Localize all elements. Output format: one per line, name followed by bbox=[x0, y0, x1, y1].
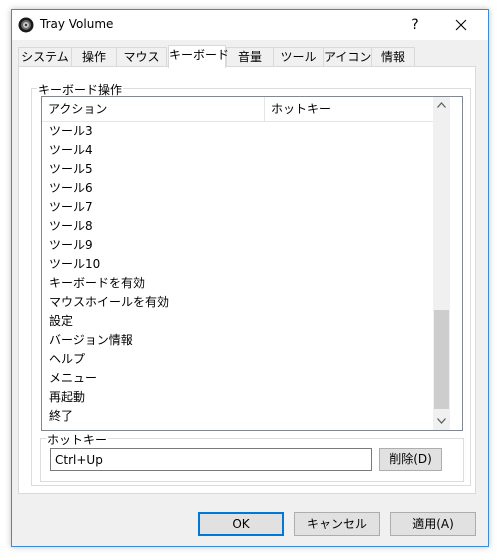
chevron-up-icon bbox=[437, 102, 446, 108]
list-item[interactable]: メニュー bbox=[42, 369, 434, 388]
tab-info[interactable]: 情報 bbox=[371, 47, 415, 66]
list-item[interactable]: ツール4 bbox=[42, 141, 434, 160]
tab-tools[interactable]: ツール bbox=[273, 47, 324, 66]
close-icon bbox=[455, 19, 467, 31]
tab-icon[interactable]: アイコン bbox=[323, 47, 372, 66]
speaker-app-icon bbox=[18, 17, 34, 33]
tab-keyboard[interactable]: キーボード bbox=[168, 45, 229, 68]
help-button[interactable]: ? bbox=[392, 10, 438, 40]
list-item[interactable]: ツール10 bbox=[42, 255, 434, 274]
scroll-down-button[interactable] bbox=[433, 413, 450, 430]
action-list[interactable]: アクション ホットキー ツール3 ツール4 ツール5 ツール6 ツール7 ツール… bbox=[41, 96, 463, 431]
tab-system[interactable]: システム bbox=[18, 47, 72, 66]
column-header-action[interactable]: アクション bbox=[42, 97, 265, 121]
list-item[interactable]: 終了 bbox=[42, 407, 434, 426]
delete-button[interactable]: 削除(D) bbox=[379, 448, 442, 471]
scroll-up-button[interactable] bbox=[433, 97, 450, 114]
list-item[interactable]: ヘルプ bbox=[42, 350, 434, 369]
list-item[interactable]: ツール7 bbox=[42, 198, 434, 217]
window-title: Tray Volume bbox=[40, 17, 114, 31]
tab-mouse[interactable]: マウス bbox=[116, 47, 167, 66]
list-item[interactable]: ツール5 bbox=[42, 160, 434, 179]
column-header-hotkey[interactable]: ホットキー bbox=[265, 97, 434, 121]
list-item[interactable]: ツール9 bbox=[42, 236, 434, 255]
list-item[interactable]: バージョン情報 bbox=[42, 331, 434, 350]
hotkey-group-label: ホットキー bbox=[46, 431, 109, 448]
cancel-button[interactable]: キャンセル bbox=[294, 512, 380, 536]
vertical-scrollbar[interactable] bbox=[433, 97, 450, 430]
list-rows: ツール3 ツール4 ツール5 ツール6 ツール7 ツール8 ツール9 ツール10… bbox=[42, 122, 434, 426]
title-bar[interactable]: Tray Volume ? bbox=[12, 10, 488, 40]
list-item[interactable]: ツール8 bbox=[42, 217, 434, 236]
scroll-thumb[interactable] bbox=[434, 310, 449, 409]
list-item[interactable]: キーボードを有効 bbox=[42, 274, 434, 293]
apply-button[interactable]: 適用(A) bbox=[390, 512, 476, 536]
tab-strip: システム 操作 マウス キーボード 音量 ツール アイコン 情報 bbox=[18, 45, 478, 68]
list-item[interactable]: 再起動 bbox=[42, 388, 434, 407]
list-header: アクション ホットキー bbox=[42, 97, 434, 122]
chevron-down-icon bbox=[437, 418, 446, 424]
list-item[interactable]: ツール3 bbox=[42, 122, 434, 141]
dialog-window: Tray Volume ? システム 操作 マウス キーボード 音量 ツール ア… bbox=[11, 9, 489, 547]
close-button[interactable] bbox=[438, 10, 484, 40]
tab-operation[interactable]: 操作 bbox=[71, 47, 117, 66]
hotkey-field[interactable] bbox=[50, 448, 372, 471]
list-item[interactable]: マウスホイールを有効 bbox=[42, 293, 434, 312]
list-item[interactable]: 設定 bbox=[42, 312, 434, 331]
tab-volume[interactable]: 音量 bbox=[226, 47, 274, 66]
list-item[interactable]: ツール6 bbox=[42, 179, 434, 198]
ok-button[interactable]: OK bbox=[198, 512, 284, 536]
